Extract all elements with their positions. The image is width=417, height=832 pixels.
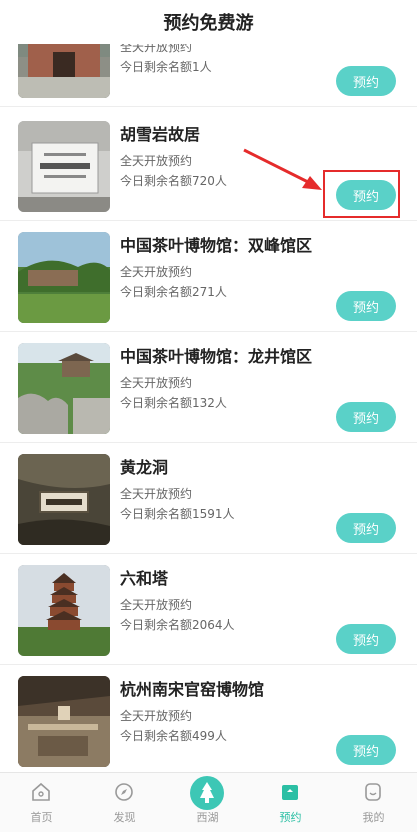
venue-quota: 今日剩余名额1人 [120, 60, 212, 74]
booking-icon [282, 785, 298, 800]
tab-booking[interactable]: 预约 [249, 773, 332, 832]
venue-list[interactable]: 全天开放预约 今日剩余名额1人 预约 胡雪岩故居 全天开放预约 今日剩余名额72… [0, 0, 417, 772]
compass-icon [115, 783, 133, 801]
list-item[interactable]: 黄龙洞 全天开放预约 今日剩余名额1591人 预约 [0, 443, 417, 554]
venue-thumbnail [18, 676, 110, 767]
reserve-button[interactable]: 预约 [336, 291, 396, 321]
west-lake-icon[interactable] [190, 776, 224, 810]
reserve-button[interactable]: 预约 [336, 402, 396, 432]
venue-hours: 全天开放预约 [120, 709, 193, 723]
venue-thumbnail [18, 343, 110, 434]
venue-quota: 今日剩余名额132人 [120, 396, 227, 410]
venue-quota: 今日剩余名额271人 [120, 285, 227, 299]
tab-discover[interactable]: 发现 [83, 773, 166, 832]
venue-quota: 今日剩余名额1591人 [120, 507, 235, 521]
page-title: 预约免费游 [0, 0, 417, 44]
reserve-button[interactable]: 预约 [336, 735, 396, 765]
tab-label: 首页 [30, 811, 53, 824]
venue-hours: 全天开放预约 [120, 376, 193, 390]
list-item[interactable]: 杭州南宋官窑博物馆 全天开放预约 今日剩余名额499人 预约 [0, 665, 417, 772]
divider [0, 106, 417, 107]
tab-label: 我的 [362, 811, 385, 824]
venue-hours: 全天开放预约 [120, 265, 193, 279]
venue-name: 中国茶叶博物馆：龙井馆区 [120, 347, 313, 366]
reserve-button[interactable]: 预约 [336, 66, 396, 96]
reserve-button[interactable]: 预约 [336, 624, 396, 654]
venue-quota: 今日剩余名额499人 [120, 729, 227, 743]
list-item[interactable]: 中国茶叶博物馆：双峰馆区 全天开放预约 今日剩余名额271人 预约 [0, 221, 417, 332]
venue-thumbnail [18, 454, 110, 545]
list-item[interactable]: 六和塔 全天开放预约 今日剩余名额2064人 预约 [0, 554, 417, 665]
venue-name: 中国茶叶博物馆：双峰馆区 [120, 236, 313, 255]
venue-name: 杭州南宋官窑博物馆 [120, 680, 265, 699]
venue-thumbnail [18, 232, 110, 323]
list-item[interactable]: 中国茶叶博物馆：龙井馆区 全天开放预约 今日剩余名额132人 预约 [0, 332, 417, 443]
app-screen: 全天开放预约 今日剩余名额1人 预约 胡雪岩故居 全天开放预约 今日剩余名额72… [0, 0, 417, 832]
venue-hours: 全天开放预约 [120, 598, 193, 612]
venue-name: 六和塔 [120, 569, 169, 588]
tab-profile[interactable]: 我的 [332, 773, 415, 832]
tab-label: 发现 [113, 811, 136, 824]
venue-thumbnail [18, 121, 110, 212]
profile-icon [365, 783, 381, 801]
venue-name: 黄龙洞 [120, 458, 169, 477]
reserve-button[interactable]: 预约 [336, 513, 396, 543]
venue-quota: 今日剩余名额2064人 [120, 618, 235, 632]
venue-hours: 全天开放预约 [120, 487, 193, 501]
venue-thumbnail [18, 565, 110, 656]
venue-name: 胡雪岩故居 [120, 125, 201, 144]
tab-label: 预约 [279, 811, 302, 824]
tab-home[interactable]: 首页 [0, 773, 83, 832]
tab-label: 西湖 [196, 811, 219, 824]
home-icon [32, 782, 50, 801]
highlight-box [323, 170, 400, 218]
venue-hours: 全天开放预约 [120, 154, 193, 168]
venue-quota: 今日剩余名额720人 [120, 174, 227, 188]
